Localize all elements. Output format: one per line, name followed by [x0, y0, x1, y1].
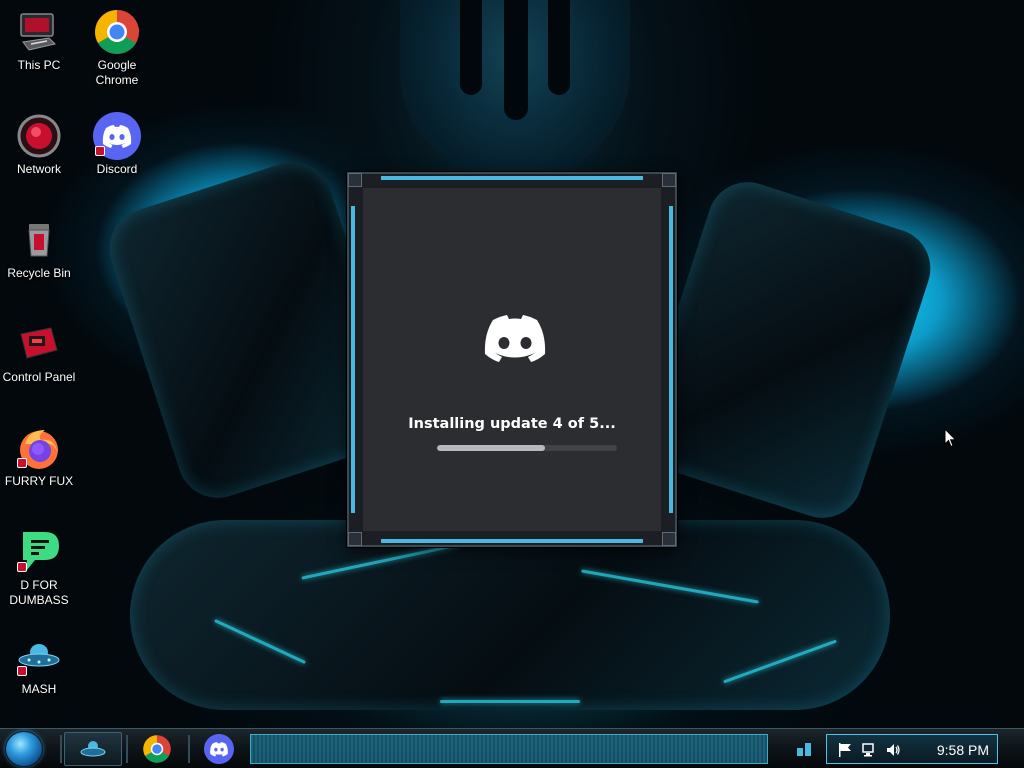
taskbar-clock[interactable]: 9:58 PM — [937, 742, 989, 758]
shortcut-arrow-icon — [17, 458, 27, 468]
desktop-icon-this-pc[interactable]: This PC — [1, 8, 77, 73]
network-icon[interactable] — [861, 742, 877, 758]
shortcut-arrow-icon — [17, 666, 27, 676]
desktop-icon-control-panel[interactable]: Control Panel — [1, 320, 77, 385]
shortcut-arrow-icon — [95, 146, 105, 156]
discord-updater-window: Installing update 4 of 5... — [347, 172, 677, 547]
taskbar-button-discord[interactable] — [190, 732, 248, 766]
chat-app-icon — [15, 528, 63, 576]
updater-content: Installing update 4 of 5... — [363, 188, 661, 531]
shortcut-arrow-icon — [17, 562, 27, 572]
desktop-icon-label: MASH — [21, 682, 57, 696]
desktop-icon-network[interactable]: Network — [1, 112, 77, 177]
desktop-icon-label: FURRY FUX — [4, 474, 74, 488]
desktop-icon-d-for-dumbass[interactable]: D FOR DUMBASS — [1, 528, 77, 608]
wallpaper-figure-head — [400, 0, 630, 180]
desktop-icon-label: Control Panel — [2, 370, 76, 384]
desktop-icon-label: D FOR DUMBASS — [9, 578, 69, 607]
volume-icon[interactable] — [885, 742, 901, 758]
desktop-icon-label: Network — [16, 162, 61, 176]
update-status-text: Installing update 4 of 5... — [408, 416, 616, 432]
desktop-icon-label: This PC — [17, 58, 61, 72]
recycle-bin-icon — [15, 216, 63, 264]
computer-icon — [15, 8, 63, 56]
update-progress-fill — [437, 445, 545, 451]
desktop-icon-google-chrome[interactable]: Google Chrome — [79, 8, 155, 88]
flag-icon[interactable] — [837, 742, 853, 758]
start-button[interactable] — [5, 731, 43, 767]
discord-icon — [93, 112, 141, 160]
chrome-icon — [93, 8, 141, 56]
ufo-icon — [15, 632, 63, 680]
taskbar-button-google-chrome[interactable] — [128, 732, 186, 766]
desktop-icon-furry-fux[interactable]: FURRY FUX — [1, 424, 77, 489]
desktop-icon-label: Recycle Bin — [7, 266, 71, 280]
taskbar: 9:58 PM — [0, 728, 1024, 768]
ufo-icon — [80, 741, 106, 757]
update-progress-bar — [437, 445, 617, 451]
show-desktop-icon[interactable] — [796, 741, 812, 757]
discord-logo-icon — [479, 314, 551, 370]
desktop-icon-discord[interactable]: Discord — [79, 112, 155, 177]
taskbar-button-mash[interactable] — [64, 732, 122, 766]
desktop-icon-mash[interactable]: MASH — [1, 632, 77, 697]
desktop-icon-label: Discord — [96, 162, 138, 176]
discord-icon — [204, 734, 234, 764]
system-tray: 9:58 PM — [826, 734, 998, 764]
taskbar-task-area[interactable] — [250, 734, 768, 764]
desktop-icon-recycle-bin[interactable]: Recycle Bin — [1, 216, 77, 281]
control-panel-icon — [15, 320, 63, 368]
mouse-cursor-icon — [944, 427, 958, 448]
network-icon — [15, 112, 63, 160]
firefox-icon — [15, 424, 63, 472]
chrome-icon — [143, 735, 171, 763]
desktop-icon-label: Google Chrome — [95, 58, 139, 87]
